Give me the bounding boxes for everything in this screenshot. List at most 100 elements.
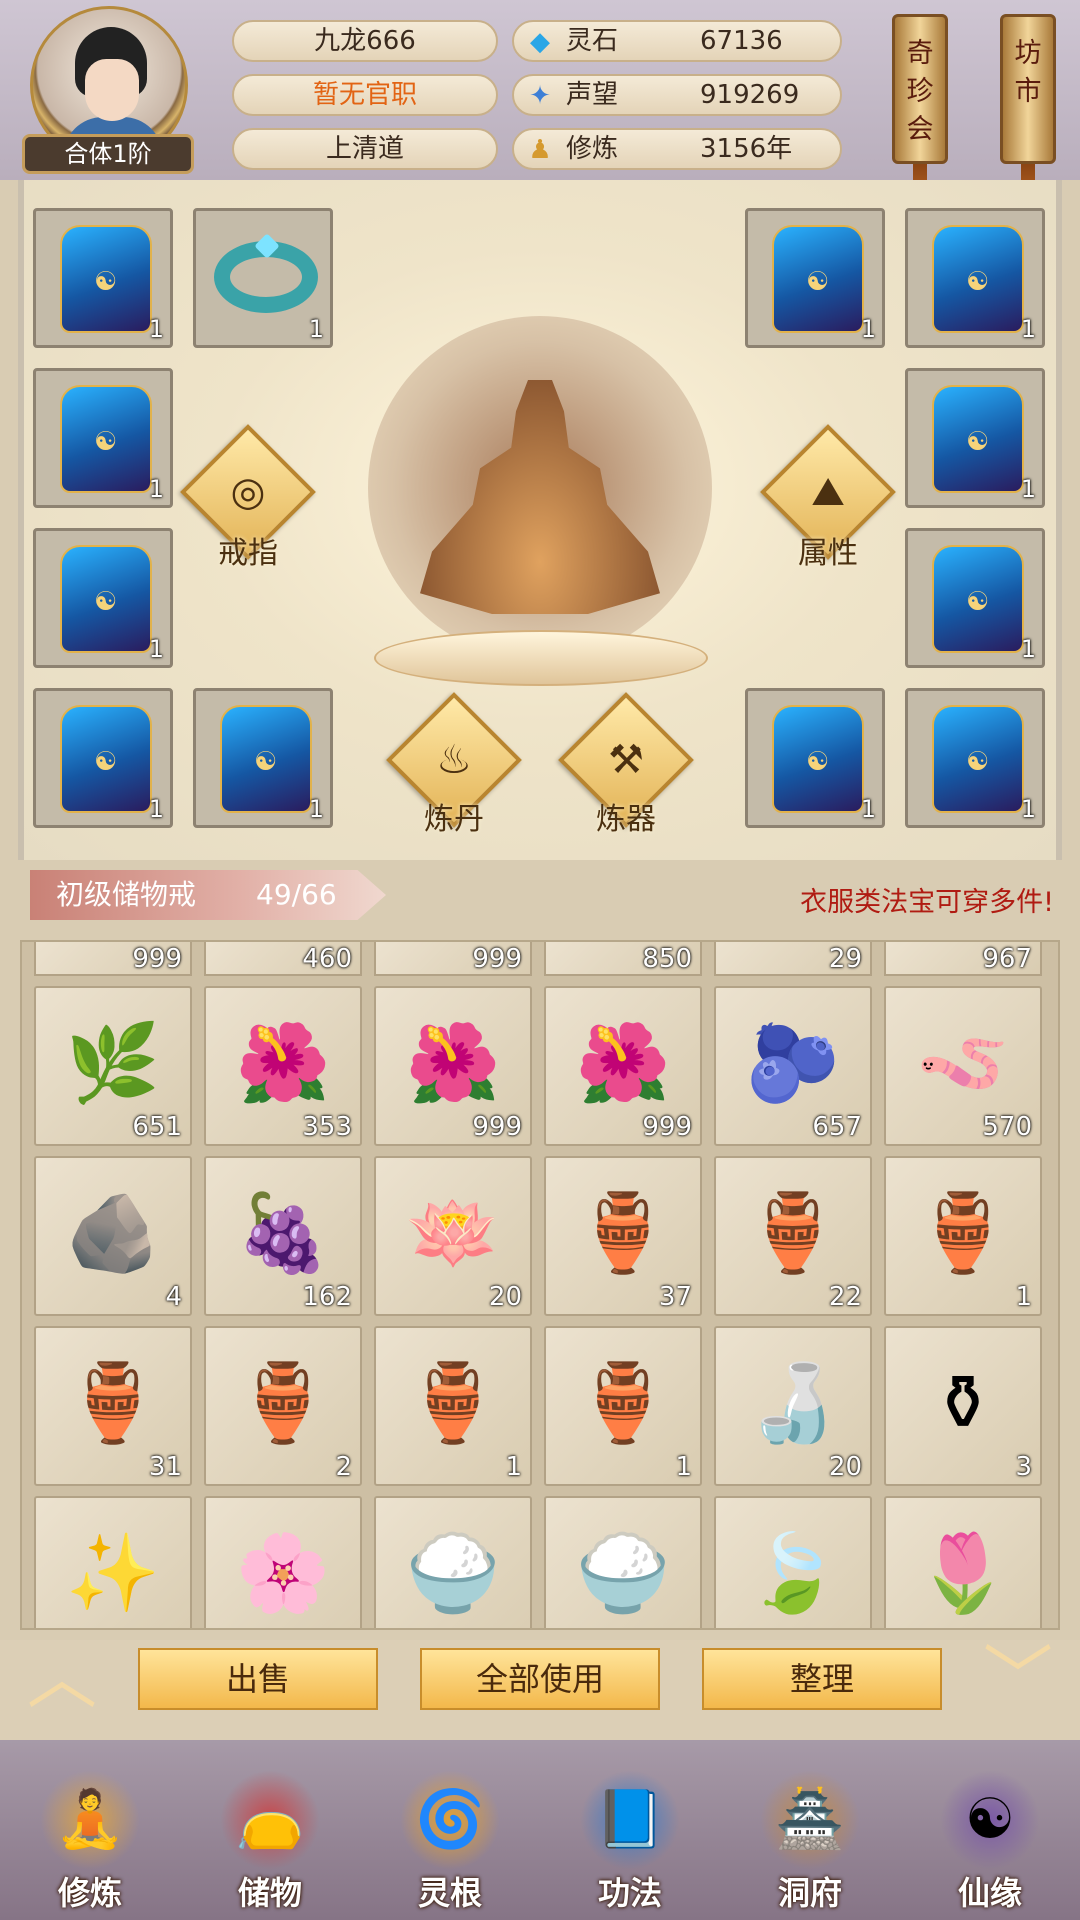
item-cell[interactable]: 🌸 — [204, 1496, 362, 1628]
nav-item-0[interactable]: 🧘 修炼 — [15, 1760, 165, 1920]
equip-slot[interactable]: 1 — [905, 208, 1045, 348]
robe-armor-icon — [60, 385, 152, 493]
item-cell[interactable]: 967 — [884, 942, 1042, 976]
equip-slot[interactable]: 1 — [33, 688, 173, 828]
robe-armor-icon — [60, 705, 152, 813]
forging-button-label: 炼器 — [596, 802, 656, 837]
item-cell[interactable]: 🏺 2 — [204, 1326, 362, 1486]
item-cell[interactable]: 29 — [714, 942, 872, 976]
slot-count: 1 — [148, 315, 164, 343]
equip-slot[interactable]: 1 — [745, 208, 885, 348]
slot-count: 1 — [1020, 475, 1036, 503]
item-count: 29 — [828, 944, 862, 974]
nav-label: 洞府 — [777, 1874, 842, 1912]
sort-button[interactable]: 整理 — [702, 1648, 942, 1710]
scroll-up-arrow-icon[interactable]: ︿ — [22, 1643, 102, 1713]
equip-slot[interactable]: 1 — [193, 208, 333, 348]
spirit-stone-stat: ◆ 灵石 67136 — [512, 20, 842, 62]
market-scroll[interactable]: 坊市 — [1000, 14, 1056, 164]
item-cell[interactable]: 🍚 — [544, 1496, 702, 1628]
stat-label: 修炼 — [566, 134, 619, 164]
sell-button[interactable]: 出售 — [138, 1648, 378, 1710]
nav-label: 灵根 — [417, 1874, 482, 1912]
item-cell[interactable]: 🏺 1 — [374, 1326, 532, 1486]
robe-armor-icon — [60, 225, 152, 333]
item-count: 22 — [828, 1282, 862, 1312]
equip-slot[interactable]: 1 — [193, 688, 333, 828]
item-cell[interactable]: 🏺 1 — [544, 1326, 702, 1486]
slot-count: 1 — [860, 795, 876, 823]
item-cell[interactable]: 🏺 31 — [34, 1326, 192, 1486]
attributes-button-label: 属性 — [798, 536, 858, 571]
red-lotus-icon: 🌷 — [915, 1528, 1011, 1617]
item-count: 651 — [132, 1112, 182, 1142]
item-cell[interactable]: 🍃 — [714, 1496, 872, 1628]
storage-tip: 衣服类法宝可穿多件! — [800, 887, 1054, 918]
item-cell[interactable]: 🌺 353 — [204, 986, 362, 1146]
item-cell[interactable]: 850 — [544, 942, 702, 976]
item-cell[interactable]: 🌺 999 — [544, 986, 702, 1146]
item-cell[interactable]: ✨ — [34, 1496, 192, 1628]
equip-slot[interactable]: 1 — [33, 208, 173, 348]
item-count: 967 — [982, 944, 1032, 974]
item-count: 1 — [1015, 1282, 1032, 1312]
equip-slot[interactable]: 1 — [905, 528, 1045, 668]
item-cell[interactable]: 🍶 20 — [714, 1326, 872, 1486]
equip-slot[interactable]: 1 — [745, 688, 885, 828]
item-count: 20 — [488, 1282, 522, 1312]
storage-ring-name: 初级储物戒 — [56, 878, 197, 911]
spirit-root-icon: 🌀 — [400, 1770, 500, 1870]
item-cell[interactable]: 🌷 — [884, 1496, 1042, 1628]
stat-value: 67136 — [700, 26, 783, 56]
scroll-down-arrow-icon[interactable]: ﹀ — [978, 1643, 1058, 1713]
robe-armor-icon — [772, 705, 864, 813]
item-cell[interactable]: 999 — [374, 942, 532, 976]
equip-slot[interactable]: 1 — [33, 368, 173, 508]
equip-slot[interactable]: 1 — [33, 528, 173, 668]
item-count: 31 — [148, 1452, 182, 1482]
ring-icon: ◎ — [230, 469, 266, 515]
ring-button-label: 戒指 — [218, 536, 278, 571]
alchemy-button-label: 炼丹 — [424, 802, 484, 837]
item-cell[interactable]: 999 — [34, 942, 192, 976]
straw-hat-icon: ⛰ — [811, 469, 845, 515]
slot-count: 1 — [308, 315, 324, 343]
item-cell[interactable]: 🏺 22 — [714, 1156, 872, 1316]
item-count: 1 — [675, 1452, 692, 1482]
item-cell[interactable]: 🌿 651 — [34, 986, 192, 1146]
item-cell[interactable]: ⚱ 3 — [884, 1326, 1042, 1486]
item-cell[interactable]: 🌺 999 — [374, 986, 532, 1146]
slot-count: 1 — [1020, 635, 1036, 663]
equip-slot[interactable]: 1 — [905, 368, 1045, 508]
nav-item-4[interactable]: 🏯 洞府 — [735, 1760, 885, 1920]
storage-capacity: 49/66 — [256, 878, 337, 911]
item-cell[interactable]: 🍇 162 — [204, 1156, 362, 1316]
storage-grid[interactable]: 999 460 999 850 29 967 🌿 651 🌺 353 🌺 999 🌺 999 🫐… — [20, 940, 1060, 1630]
equip-slot[interactable]: 1 — [905, 688, 1045, 828]
item-cell[interactable]: 🪱 570 — [884, 986, 1042, 1146]
item-count: 1 — [505, 1452, 522, 1482]
item-cell[interactable]: 460 — [204, 942, 362, 976]
item-count: 460 — [302, 944, 352, 974]
nav-item-5[interactable]: ☯ 仙缘 — [915, 1760, 1065, 1920]
item-count: 999 — [472, 944, 522, 974]
slot-count: 1 — [148, 795, 164, 823]
treasure-auction-scroll[interactable]: 奇珍会 — [892, 14, 948, 164]
stat-label: 声望 — [566, 80, 619, 110]
robe-armor-icon — [772, 225, 864, 333]
jade-ring-icon — [214, 241, 318, 313]
star-chart-icon: ✨ — [65, 1528, 161, 1617]
player-name: 九龙666 — [232, 20, 498, 62]
sect-name: 上清道 — [232, 128, 498, 170]
item-cell[interactable]: 🍚 — [374, 1496, 532, 1628]
item-cell[interactable]: 🪨 4 — [34, 1156, 192, 1316]
nav-item-3[interactable]: 📘 功法 — [555, 1760, 705, 1920]
item-cell[interactable]: 🪷 20 — [374, 1156, 532, 1316]
item-cell[interactable]: 🏺 37 — [544, 1156, 702, 1316]
item-cell[interactable]: 🫐 657 — [714, 986, 872, 1146]
nav-item-2[interactable]: 🌀 灵根 — [375, 1760, 525, 1920]
use-all-button[interactable]: 全部使用 — [420, 1648, 660, 1710]
item-cell[interactable]: 🏺 1 — [884, 1156, 1042, 1316]
nav-label: 储物 — [237, 1874, 302, 1912]
nav-item-1[interactable]: 👝 储物 — [195, 1760, 345, 1920]
